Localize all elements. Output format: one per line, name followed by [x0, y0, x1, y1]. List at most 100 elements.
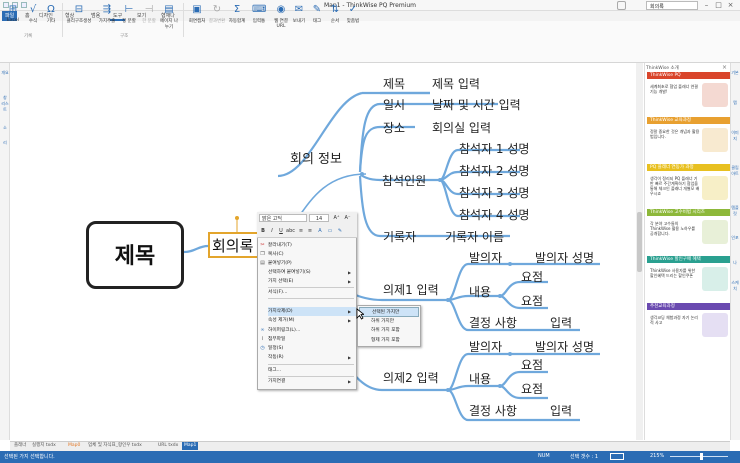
topic-agenda-2-speaker[interactable]: 발의자 성명	[535, 338, 594, 355]
menu-copy[interactable]: 복사(C)	[268, 250, 356, 259]
topic-agenda-2-speaker-label[interactable]: 발의자	[469, 338, 502, 355]
card-header-education[interactable]: ThinkWise 교육과정	[647, 117, 730, 124]
menu-cut[interactable]: 잘라내기(T)	[268, 241, 356, 250]
side-panel-close-icon[interactable]: ×	[722, 64, 727, 71]
topic-place-value[interactable]: 회의실 입력	[432, 119, 491, 136]
card-header-discount[interactable]: ThinkWise 할인구매 혜택	[647, 256, 730, 263]
topic-attendees[interactable]: 참석인원	[382, 172, 426, 189]
topic-agenda-1-decision-label[interactable]: 결정 사항	[469, 314, 517, 331]
menu-tag[interactable]: 태그...	[268, 366, 356, 375]
right-tool-info[interactable]: 인포	[731, 235, 739, 241]
view-mode-icon[interactable]	[610, 453, 624, 460]
strikethrough-icon[interactable]: abc	[286, 227, 295, 235]
topic-agenda-2-decision[interactable]: 입력	[550, 402, 572, 419]
doc-tab-company[interactable]: 업체 및 자식표_항인우 txdx	[86, 442, 144, 450]
menu-action[interactable]: 작동(R)	[268, 353, 356, 362]
submenu-arrow-icon: ▶	[348, 318, 352, 323]
zoom-slider-handle[interactable]	[700, 453, 703, 460]
card-header-expert[interactable]: ThinkWise 고수비법 시리즈	[647, 209, 730, 216]
topic-recorder-label[interactable]: 기록자	[383, 228, 416, 245]
fill-color-icon[interactable]: ▭	[326, 227, 334, 235]
menu-select-branch[interactable]: 가지 선택(E)	[268, 277, 356, 286]
topic-attendee-2[interactable]: 참석자 2 성명	[459, 162, 529, 179]
doc-tab-execution[interactable]: 실행지 txdx	[30, 442, 58, 450]
menu-remove-attributes[interactable]: 속성 제거(M)	[268, 316, 356, 325]
topic-agenda-2-point-2[interactable]: 요점	[521, 380, 543, 397]
italic-icon[interactable]: I	[268, 227, 276, 235]
recommended-image	[702, 313, 728, 337]
topic-agenda-1-point-2[interactable]: 요점	[521, 292, 543, 309]
topic-agenda-1-point-1[interactable]: 요점	[521, 268, 543, 285]
topic-agenda-1[interactable]: 의제1 입력	[383, 281, 439, 298]
doc-tab-planner[interactable]: 플래너	[12, 442, 28, 450]
status-selection-count: 선택 갯수 : 1	[570, 454, 599, 460]
cut-icon: ✂	[260, 242, 265, 248]
card-text-planner-course: 생각이 정리되 PQ 플래너 기반 빠르 주간계획하기 협업을 통해 체크인 플…	[650, 176, 700, 196]
align-center-icon[interactable]: ≡	[306, 227, 314, 235]
card-header-recommended[interactable]: 추천교육과정	[647, 303, 730, 310]
doc-tab-map0[interactable]: Map0	[66, 442, 82, 450]
menu-attachment[interactable]: 첨부파일	[268, 335, 356, 344]
line-color-icon[interactable]: ✎	[336, 227, 344, 235]
topic-place-label[interactable]: 장소	[383, 119, 405, 136]
right-tool-clipart[interactable]: 클립아트	[731, 165, 739, 177]
card-header-planner-course[interactable]: PQ 플래너 연동가 과정	[647, 164, 730, 171]
planner-image	[702, 83, 728, 107]
menu-divider	[268, 364, 354, 365]
submenu-selected-only[interactable]: 선택된 가지만	[359, 307, 419, 317]
topic-agenda-1-decision[interactable]: 입력	[550, 314, 572, 331]
education-image	[702, 128, 728, 152]
grow-font-icon[interactable]: A⁺	[332, 214, 341, 222]
menu-format[interactable]: 서식(F)...	[268, 288, 356, 297]
topic-attendee-3[interactable]: 참석자 3 성명	[459, 184, 529, 201]
right-tool-basic[interactable]: 기본	[731, 70, 739, 76]
topic-agenda-2-decision-label[interactable]: 결정 사항	[469, 402, 517, 419]
topic-title-value[interactable]: 제목 입력	[432, 75, 480, 92]
bold-icon[interactable]: B	[259, 227, 267, 235]
right-tool-me[interactable]: 나	[731, 260, 739, 266]
card-text-education: 정말 중요한 것은 개념과 활용법입니다.	[650, 129, 700, 139]
topic-agenda-1-speaker[interactable]: 발의자 성명	[535, 249, 594, 266]
menu-hyperlink[interactable]: 하이퍼링크(L)...	[268, 326, 356, 335]
doc-tab-map1[interactable]: Map1	[182, 442, 199, 450]
attachment-icon: ⌇	[261, 336, 264, 342]
mouse-cursor-icon	[356, 308, 364, 320]
right-tool-sketch[interactable]: 스케치	[731, 280, 739, 292]
menu-paste-special[interactable]: 선택하여 붙여넣기(S)	[268, 268, 356, 277]
schedule-icon: ◷	[260, 345, 265, 351]
menu-paste[interactable]: 붙여넣기(P)	[268, 259, 356, 268]
topic-agenda-2-content[interactable]: 내용	[469, 370, 491, 387]
topic-datetime-value[interactable]: 날짜 및 시간 입력	[432, 96, 521, 113]
menu-schedule[interactable]: 일정(S)	[268, 344, 356, 353]
underline-icon[interactable]: U	[277, 227, 285, 235]
align-left-icon[interactable]: ≡	[297, 227, 305, 235]
menu-branch-link[interactable]: 가지연결	[268, 377, 356, 386]
topic-meeting-info[interactable]: 회의 정보	[290, 148, 342, 167]
font-select[interactable]: 맑은 고딕	[259, 214, 307, 222]
topic-title-label[interactable]: 제목	[383, 75, 405, 92]
topic-attendee-1[interactable]: 참석자 1 성명	[459, 140, 529, 157]
right-tool-image[interactable]: 이미지	[731, 130, 739, 142]
doc-tab-url[interactable]: URL txdx	[156, 442, 180, 450]
topic-recorder-value[interactable]: 기록자 이름	[445, 228, 504, 245]
topic-attendee-4[interactable]: 참석자 4 성명	[459, 206, 529, 223]
card-header-pq[interactable]: ThinkWise PQ	[647, 72, 730, 79]
submenu-with-children[interactable]: 하위 가지 포함	[359, 326, 419, 336]
submenu-with-siblings[interactable]: 형제 가지 포함	[359, 336, 419, 346]
topic-agenda-1-speaker-label[interactable]: 발의자	[469, 249, 502, 266]
topic-agenda-1-content[interactable]: 내용	[469, 283, 491, 300]
card-text-pq: 세계최초로 협업 플래너 연결기능 개발!	[650, 84, 698, 94]
menu-delete-branch[interactable]: 가지삭제(D)	[268, 307, 356, 316]
font-size-select[interactable]: 14	[309, 214, 329, 222]
shrink-font-icon[interactable]: A⁻	[343, 214, 352, 222]
right-toolbar	[730, 63, 740, 440]
topic-agenda-2-point-1[interactable]: 요점	[521, 356, 543, 373]
right-tool-map[interactable]: 맵	[731, 100, 739, 106]
scrollbar-thumb[interactable]	[637, 212, 642, 272]
submenu-arrow-icon: ▶	[348, 279, 352, 284]
topic-agenda-2[interactable]: 의제2 입력	[383, 369, 439, 386]
zoom-slider[interactable]	[670, 456, 728, 457]
font-color-icon[interactable]: A	[316, 227, 324, 235]
right-tool-template[interactable]: 템플릿	[731, 205, 739, 217]
topic-datetime-label[interactable]: 일시	[383, 96, 405, 113]
